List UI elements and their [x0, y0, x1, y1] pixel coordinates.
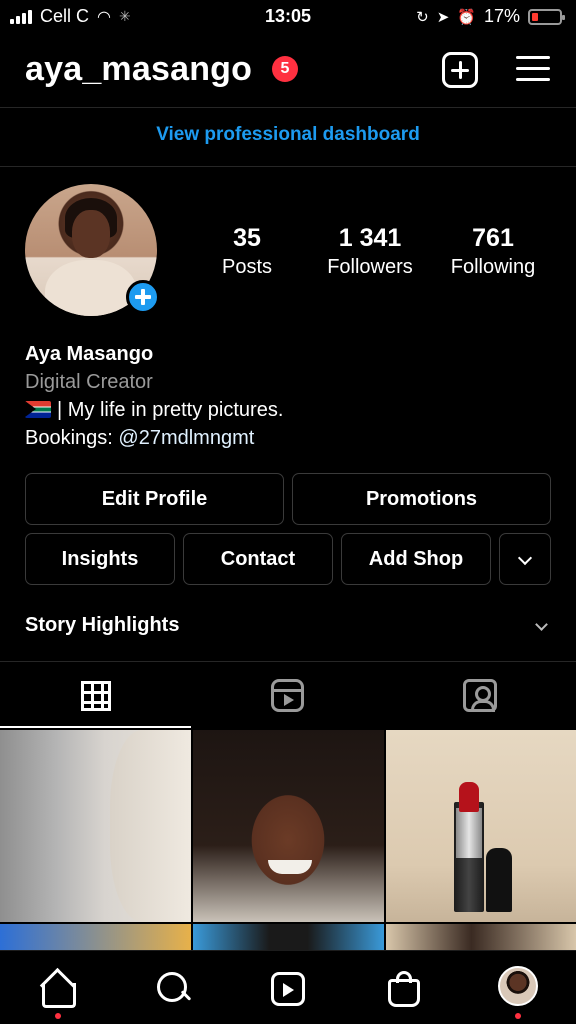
divider	[0, 166, 576, 167]
divider	[0, 661, 576, 662]
post-thumbnail[interactable]	[0, 924, 191, 950]
following-stat[interactable]: 761 Following	[440, 224, 546, 279]
plus-square-icon[interactable]	[442, 52, 478, 88]
bookings-line: Bookings: @27mdlmngmt	[25, 424, 283, 452]
profile-header: aya_masango 5	[0, 40, 576, 104]
bio-text: | My life in pretty pictures.	[57, 399, 284, 421]
followers-label: Followers	[327, 256, 413, 278]
activity-dot	[515, 1013, 521, 1019]
following-label: Following	[450, 256, 536, 278]
posts-count: 35	[233, 224, 261, 252]
status-bar: Cell C ◠ ✳ 13:05 ↻ ➤ ⏰ 17%	[0, 0, 576, 34]
shop-icon[interactable]	[384, 969, 424, 1009]
professional-dashboard-link[interactable]: View professional dashboard	[0, 124, 576, 146]
chevron-down-icon[interactable]	[535, 618, 548, 631]
orientation-lock-icon: ↻	[416, 8, 429, 26]
chevron-down-icon[interactable]	[499, 533, 551, 585]
notification-badge[interactable]: 5	[272, 56, 298, 82]
divider	[0, 107, 576, 108]
display-name: Aya Masango	[25, 343, 154, 365]
post-thumbnail[interactable]	[0, 730, 191, 922]
reels-icon[interactable]	[271, 679, 304, 712]
bookings-mention-link[interactable]: @27mdlmngmt	[118, 427, 254, 449]
location-icon: ➤	[436, 8, 450, 26]
post-thumbnail[interactable]	[193, 924, 384, 950]
south-africa-flag-icon	[25, 401, 51, 418]
reels-icon[interactable]	[268, 969, 308, 1009]
username-title[interactable]: aya_masango	[25, 50, 252, 89]
active-tab-indicator	[0, 726, 191, 728]
battery-icon	[528, 8, 565, 25]
story-highlights-label[interactable]: Story Highlights	[25, 614, 179, 637]
add-shop-button[interactable]: Add Shop	[341, 533, 491, 585]
promotions-button[interactable]: Promotions	[292, 473, 551, 525]
profile-avatar-nav[interactable]	[498, 966, 538, 1006]
profile-bio: Aya Masango Digital Creator | My life in…	[25, 340, 283, 452]
hamburger-icon[interactable]	[516, 56, 550, 84]
edit-profile-button[interactable]: Edit Profile	[25, 473, 284, 525]
activity-dot	[55, 1013, 61, 1019]
bottom-nav	[0, 950, 576, 1024]
battery-percent: 17%	[483, 6, 520, 26]
post-thumbnail[interactable]	[193, 730, 384, 922]
tagged-icon[interactable]	[463, 679, 497, 712]
posts-stat[interactable]: 35 Posts	[200, 224, 294, 279]
grid-icon[interactable]	[81, 681, 111, 711]
followers-count: 1 341	[338, 224, 402, 252]
add-story-button[interactable]	[126, 280, 160, 314]
home-icon[interactable]	[38, 969, 78, 1009]
contact-button[interactable]: Contact	[183, 533, 333, 585]
following-count: 761	[472, 224, 514, 252]
bookings-prefix: Bookings:	[25, 427, 119, 449]
insights-button[interactable]: Insights	[25, 533, 175, 585]
followers-stat[interactable]: 1 341 Followers	[316, 224, 424, 279]
category-label: Digital Creator	[25, 371, 153, 393]
alarm-icon: ⏰	[457, 8, 476, 26]
post-thumbnail[interactable]	[386, 924, 576, 950]
post-thumbnail[interactable]	[386, 730, 576, 922]
posts-label: Posts	[221, 256, 273, 278]
bio-line: | My life in pretty pictures.	[25, 396, 283, 424]
search-icon[interactable]	[154, 969, 194, 1009]
